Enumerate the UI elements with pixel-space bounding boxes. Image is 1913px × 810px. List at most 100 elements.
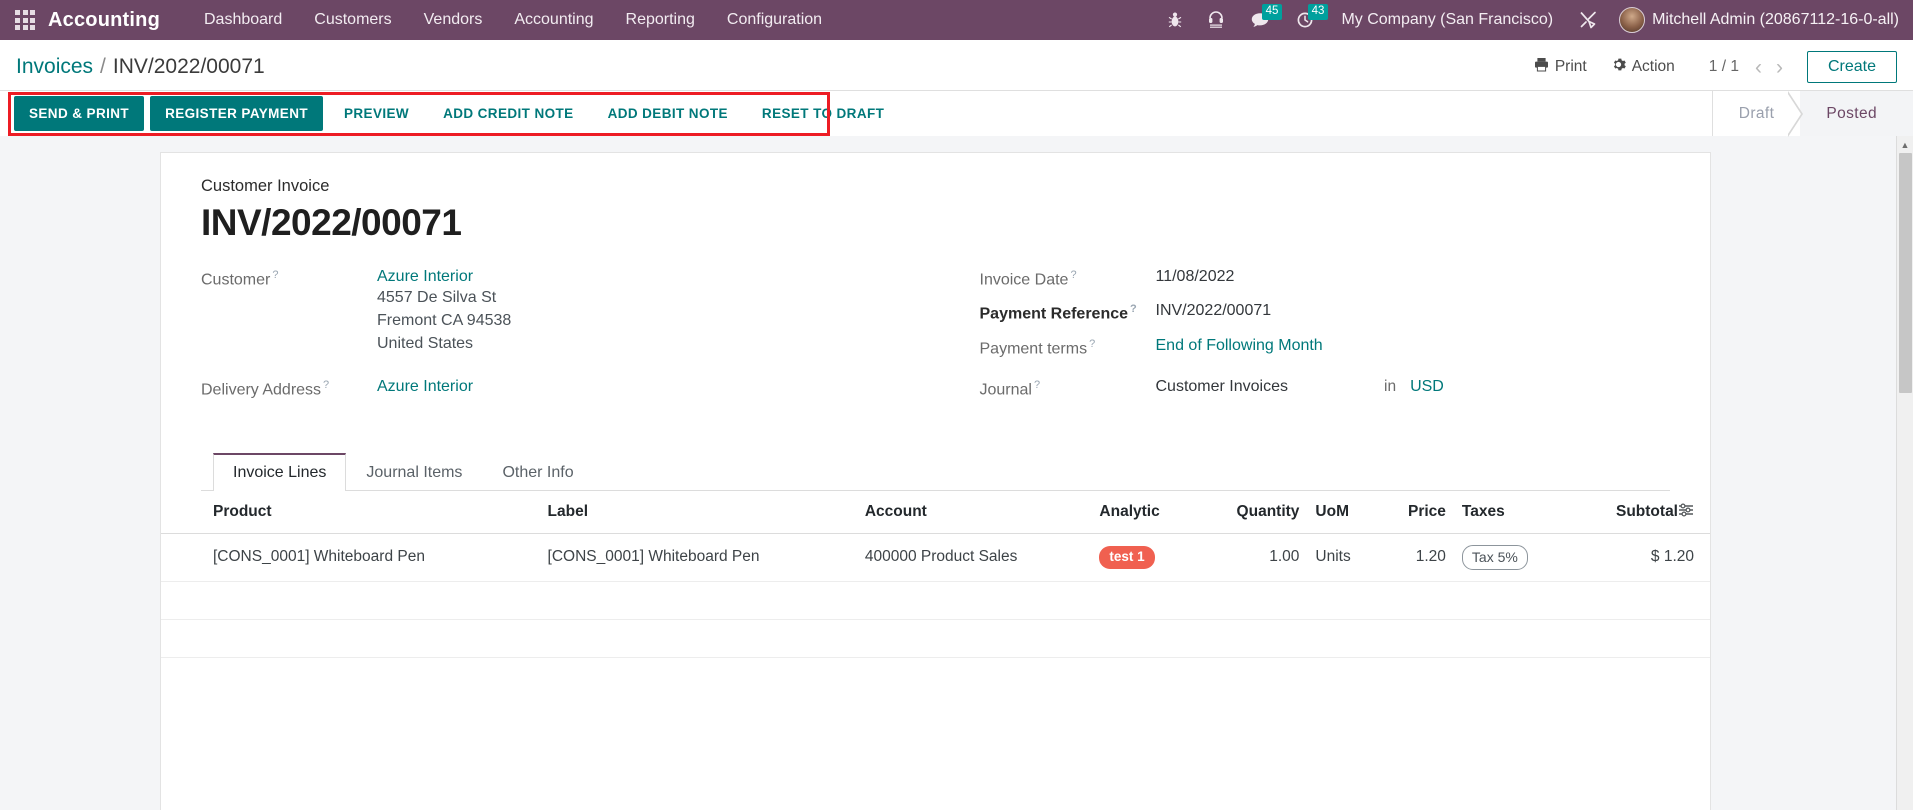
sheet-inner: Customer Invoice INV/2022/00071 Customer… bbox=[161, 177, 1710, 491]
delivery-address-link[interactable]: Azure Interior bbox=[377, 378, 473, 395]
tax-badge[interactable]: Tax 5% bbox=[1462, 545, 1528, 569]
app-brand-accounting[interactable]: Accounting bbox=[48, 9, 160, 32]
col-uom[interactable]: UoM bbox=[1307, 491, 1378, 534]
printer-icon bbox=[1534, 57, 1549, 77]
col-subtotal[interactable]: Subtotal bbox=[1568, 491, 1710, 534]
field-payment-reference-value[interactable]: INV/2022/00071 bbox=[1156, 302, 1272, 320]
tab-journal-items[interactable]: Journal Items bbox=[346, 454, 482, 491]
status-step-draft[interactable]: Draft bbox=[1713, 91, 1801, 136]
field-payment-reference-label: Payment Reference? bbox=[980, 302, 1156, 323]
register-payment-button[interactable]: Register Payment bbox=[150, 96, 323, 131]
menu-item-vendors[interactable]: Vendors bbox=[408, 2, 499, 38]
help-icon[interactable]: ? bbox=[1130, 303, 1137, 315]
analytic-tag[interactable]: test 1 bbox=[1099, 546, 1154, 569]
breadcrumb-invoices[interactable]: Invoices bbox=[16, 55, 93, 79]
table-row-empty[interactable] bbox=[161, 619, 1710, 657]
help-icon[interactable]: ? bbox=[323, 379, 329, 391]
cell-label[interactable]: [CONS_0001] Whiteboard Pen bbox=[540, 534, 857, 581]
menu-item-customers[interactable]: Customers bbox=[298, 2, 407, 38]
apps-grid-icon[interactable] bbox=[8, 10, 42, 30]
help-icon[interactable]: ? bbox=[1070, 269, 1076, 281]
preview-button[interactable]: Preview bbox=[329, 96, 424, 131]
cell-account[interactable]: 400000 Product Sales bbox=[857, 534, 1092, 581]
cell-uom[interactable]: Units bbox=[1307, 534, 1378, 581]
form-statusbar: Send & Print Register Payment Preview Ad… bbox=[0, 91, 1913, 136]
notebook-tabs: Invoice Lines Journal Items Other Info bbox=[201, 452, 1670, 491]
payment-terms-link[interactable]: End of Following Month bbox=[1156, 337, 1323, 354]
send-and-print-button[interactable]: Send & Print bbox=[14, 96, 144, 131]
form-column-right: Invoice Date? 11/08/2022 Payment Referen… bbox=[936, 268, 1671, 412]
help-icon[interactable]: ? bbox=[1034, 379, 1040, 391]
menu-item-reporting[interactable]: Reporting bbox=[610, 2, 711, 38]
table-row[interactable]: [CONS_0001] Whiteboard Pen [CONS_0001] W… bbox=[161, 534, 1710, 581]
field-invoice-date-value[interactable]: 11/08/2022 bbox=[1156, 268, 1235, 286]
gear-icon bbox=[1611, 57, 1626, 77]
cell-product[interactable]: [CONS_0001] Whiteboard Pen bbox=[161, 534, 540, 581]
field-journal-value: Customer Invoices in USD bbox=[1156, 378, 1444, 396]
field-journal-label: Journal? bbox=[980, 378, 1156, 399]
field-delivery-address-value[interactable]: Azure Interior bbox=[377, 378, 473, 396]
col-label[interactable]: Label bbox=[540, 491, 857, 534]
control-panel-actions: Print Action 1 / 1 ‹ › Create bbox=[1522, 51, 1897, 83]
pager-arrows: ‹ › bbox=[1749, 57, 1789, 78]
journal-name[interactable]: Customer Invoices bbox=[1156, 378, 1289, 396]
field-payment-terms: Payment terms? End of Following Month bbox=[980, 337, 1671, 358]
field-invoice-date-label-text: Invoice Date bbox=[980, 271, 1069, 288]
pager-previous-icon[interactable]: ‹ bbox=[1749, 57, 1768, 78]
menu-item-accounting[interactable]: Accounting bbox=[498, 2, 609, 38]
create-button[interactable]: Create bbox=[1807, 51, 1897, 83]
cell-taxes[interactable]: Tax 5% bbox=[1454, 534, 1568, 581]
print-button[interactable]: Print bbox=[1522, 53, 1599, 81]
cell-price[interactable]: 1.20 bbox=[1379, 534, 1454, 581]
scroll-up-icon[interactable]: ▲ bbox=[1897, 136, 1913, 153]
col-analytic[interactable]: Analytic bbox=[1091, 491, 1197, 534]
reset-to-draft-button[interactable]: Reset to Draft bbox=[747, 96, 899, 131]
action-label: Action bbox=[1632, 58, 1675, 76]
cell-analytic[interactable]: test 1 bbox=[1091, 534, 1197, 581]
tab-other-info[interactable]: Other Info bbox=[482, 454, 593, 491]
currency-link[interactable]: USD bbox=[1410, 378, 1444, 396]
main-menu: Dashboard Customers Vendors Accounting R… bbox=[188, 2, 838, 38]
field-payment-reference-label-text: Payment Reference bbox=[980, 306, 1129, 323]
add-credit-note-button[interactable]: Add Credit Note bbox=[428, 96, 589, 131]
col-taxes[interactable]: Taxes bbox=[1454, 491, 1568, 534]
breadcrumb-separator: / bbox=[100, 55, 106, 79]
user-menu[interactable]: Mitchell Admin (20867112-16-0-all) bbox=[1611, 7, 1903, 33]
phone-icon[interactable] bbox=[1195, 0, 1237, 40]
tab-invoice-lines[interactable]: Invoice Lines bbox=[213, 453, 346, 491]
form-columns: Customer? Azure Interior 4557 De Silva S… bbox=[201, 268, 1670, 412]
menu-item-configuration[interactable]: Configuration bbox=[711, 2, 838, 38]
col-price[interactable]: Price bbox=[1379, 491, 1454, 534]
cell-empty[interactable] bbox=[161, 619, 1710, 657]
company-switcher[interactable]: My Company (San Francisco) bbox=[1329, 11, 1565, 29]
field-payment-terms-value[interactable]: End of Following Month bbox=[1156, 337, 1323, 355]
customer-link[interactable]: Azure Interior bbox=[377, 268, 511, 286]
action-button[interactable]: Action bbox=[1599, 53, 1687, 81]
menu-item-dashboard[interactable]: Dashboard bbox=[188, 2, 298, 38]
column-options-icon[interactable] bbox=[1678, 503, 1694, 520]
sheet-subtitle: Customer Invoice bbox=[201, 177, 1670, 196]
field-invoice-date: Invoice Date? 11/08/2022 bbox=[980, 268, 1671, 289]
field-journal-label-text: Journal bbox=[980, 381, 1032, 398]
scrollbar-thumb[interactable] bbox=[1899, 153, 1912, 393]
messages-icon[interactable]: 45 bbox=[1237, 0, 1283, 40]
table-row-empty[interactable] bbox=[161, 581, 1710, 619]
activities-clock-icon[interactable]: 43 bbox=[1283, 0, 1329, 40]
vertical-scrollbar[interactable]: ▲ bbox=[1896, 136, 1913, 810]
cell-quantity[interactable]: 1.00 bbox=[1198, 534, 1308, 581]
field-payment-terms-label: Payment terms? bbox=[980, 337, 1156, 358]
pager-next-icon[interactable]: › bbox=[1770, 57, 1789, 78]
help-icon[interactable]: ? bbox=[1089, 338, 1095, 350]
field-customer-label: Customer? bbox=[201, 268, 377, 289]
col-quantity[interactable]: Quantity bbox=[1198, 491, 1308, 534]
invoice-lines-table: Product Label Account Analytic Quantity … bbox=[161, 491, 1710, 657]
cell-empty[interactable] bbox=[161, 581, 1710, 619]
status-step-posted[interactable]: Posted bbox=[1800, 91, 1913, 136]
help-icon[interactable]: ? bbox=[272, 269, 278, 281]
col-product[interactable]: Product bbox=[161, 491, 540, 534]
add-debit-note-button[interactable]: Add Debit Note bbox=[593, 96, 743, 131]
bug-icon[interactable] bbox=[1155, 0, 1195, 40]
field-customer-value[interactable]: Azure Interior 4557 De Silva St Fremont … bbox=[377, 268, 511, 356]
col-account[interactable]: Account bbox=[857, 491, 1092, 534]
wrench-screwdriver-icon[interactable] bbox=[1565, 0, 1611, 40]
